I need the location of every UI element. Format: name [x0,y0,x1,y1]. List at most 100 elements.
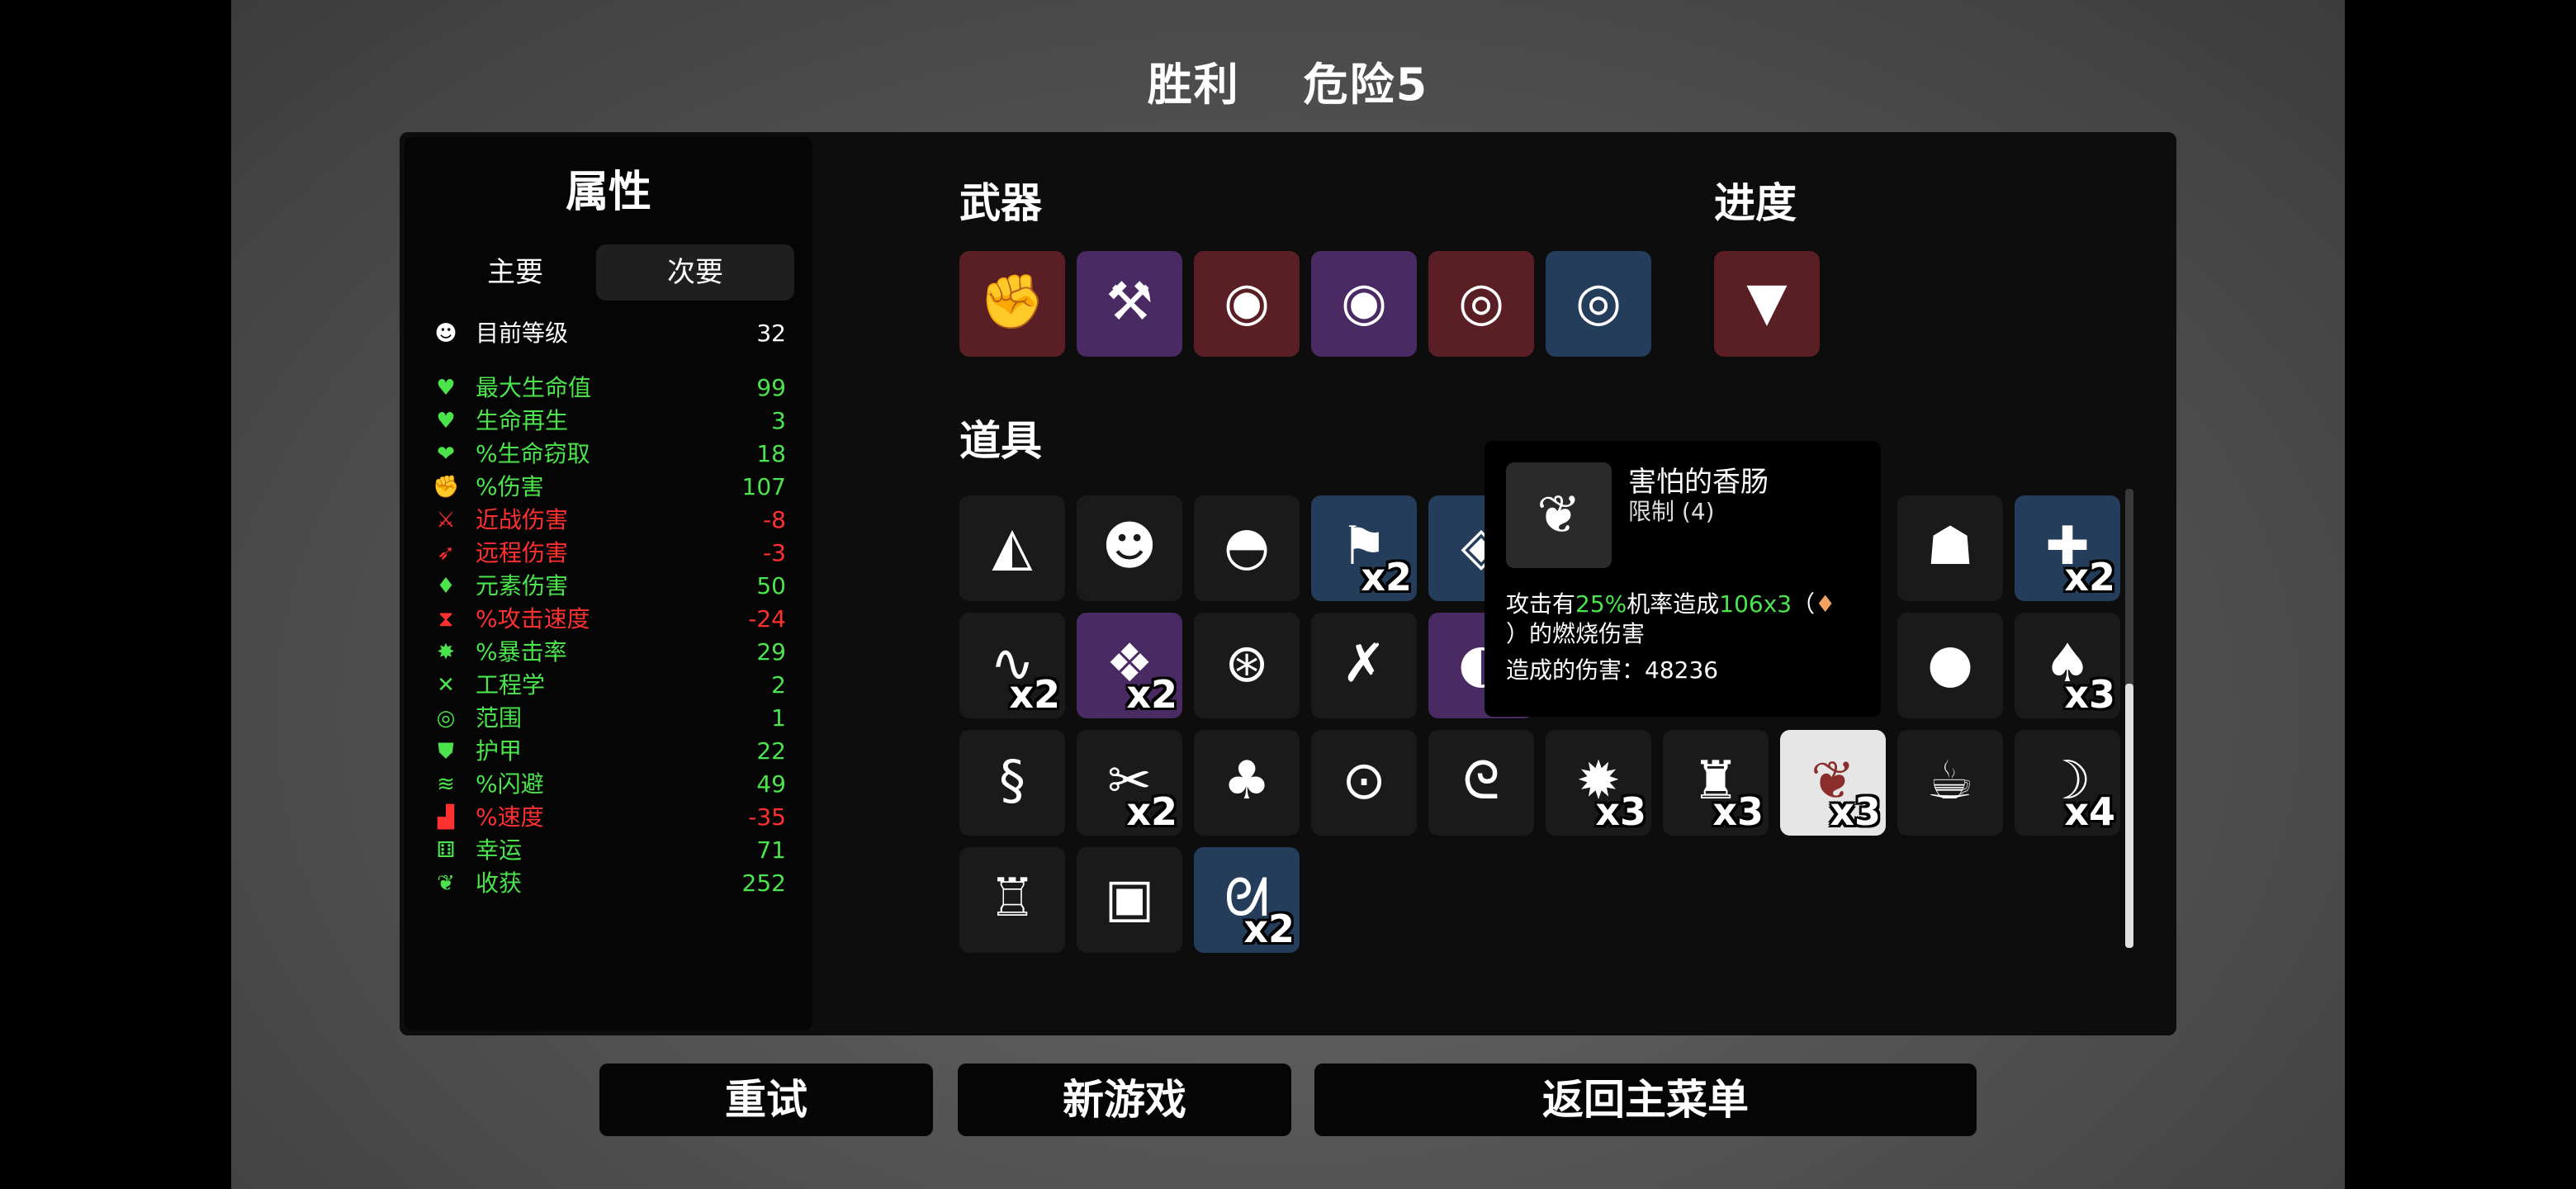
stat-value: -35 [748,803,786,831]
anvil-icon: ▼ [1746,272,1788,333]
stat-value: 2 [771,671,786,699]
item-slot[interactable]: ▣ [1077,847,1182,953]
stat-row: ⚅ 幸运 71 [433,834,786,867]
item-slot[interactable]: ● [1897,613,2003,718]
item-quantity: x4 [2064,789,2115,834]
monkey-icon: ☻ [1101,516,1158,577]
item-slot[interactable]: ✗ [1311,613,1417,718]
tab-secondary[interactable]: 次要 [596,244,794,301]
stat-label: 近战伤害 [476,506,569,533]
item-slot[interactable]: ᘓ [1428,730,1534,836]
stat-label: 范围 [476,704,523,732]
main-menu-button[interactable]: 返回主菜单 [1314,1063,1977,1136]
stat-value: 22 [756,737,786,765]
tooltip-damage-dealt: 造成的伤害：48236 [1506,656,1719,684]
stat-value: 3 [771,407,786,434]
scar-icon: ✗ [1342,633,1386,694]
range-icon: ◎ [436,706,456,731]
run-result-title: 胜利 危险5 [0,48,2576,113]
stat-row: ❤ %生命窃取 18 [433,438,786,471]
lifesteal-icon: ❤ [437,442,455,467]
weapons-title: 武器 [959,179,1042,227]
item-slot[interactable]: ❦ x3 [1780,730,1886,836]
item-slot[interactable]: ♣ [1194,730,1300,836]
item-slot[interactable]: ☗ [1897,495,2003,601]
desc-text: ）的燃烧伤害 [1506,620,1646,647]
stat-label: %生命窃取 [476,440,590,467]
stat-label: %闪避 [476,770,544,798]
wrench-icon: ✕ [437,673,455,698]
item-slot[interactable]: ⚒ [1077,251,1182,357]
dodge-icon: ≋ [437,772,455,797]
stat-row: ✕ 工程学 2 [433,669,786,702]
item-slot[interactable]: ⊙ [1311,730,1417,836]
items-scrollbar-thumb[interactable] [2125,684,2133,948]
desc-text: 机率造成 [1627,590,1720,618]
item-slot[interactable]: ▼ [1714,251,1820,357]
item-slot[interactable]: ☕ [1897,730,2003,836]
stat-value: 29 [756,638,786,666]
stat-row: ➶ 远程伤害 -3 [433,537,786,570]
stats-title: 属性 [565,168,651,217]
stat-row: ⚔ 近战伤害 -8 [433,504,786,537]
retry-button[interactable]: 重试 [599,1063,933,1136]
item-slot[interactable]: ☽ x4 [2015,730,2120,836]
stat-label: 幸运 [476,836,523,864]
item-slot[interactable]: ◭ [959,495,1065,601]
heart-regen-icon: ♥ [436,409,456,433]
item-slot[interactable]: § [959,730,1065,836]
item-slot[interactable]: ♜ x3 [1663,730,1769,836]
item-slot[interactable]: ◉ [1311,251,1417,357]
desc-multiplier: x3 [1763,590,1792,618]
stat-value: 18 [756,440,786,467]
item-slot[interactable]: ✚ x2 [2015,495,2120,601]
stat-value: -3 [763,539,786,566]
item-slot[interactable]: ♠ x3 [2015,613,2120,718]
item-slot[interactable]: ✊ [959,251,1065,357]
shield-icon: ⛊ [438,739,454,764]
item-slot[interactable]: ∿ x2 [959,613,1065,718]
stat-value: 107 [741,473,786,500]
item-slot[interactable]: ◎ [1546,251,1651,357]
tooltip-description: 攻击有25%机率造成106x3（♦ ）的燃烧伤害 [1506,590,1869,649]
progress-title: 进度 [1714,179,1797,227]
stat-row: ♥ 生命再生 3 [433,405,786,438]
dice-icon: ⚅ [436,838,456,863]
wisp-icon: ◉ [1224,272,1270,333]
desc-text: 攻击有 [1506,590,1576,618]
stat-value: 1 [771,704,786,732]
tooltip-item-limit: 限制 (4) [1628,498,1715,525]
item-slot[interactable]: ✂ x2 [1077,730,1182,836]
stat-value: 99 [756,374,786,401]
stat-row-level: ☻ 目前等级 32 [433,317,786,350]
flame-icon: ♦ [436,574,456,599]
level-icon: ☻ [434,321,457,346]
desc-text: （ [1792,590,1816,618]
tab-primary[interactable]: 主要 [416,244,614,301]
items-title: 道具 [959,417,1042,465]
stat-value: -8 [763,506,786,533]
item-slot[interactable]: ◉ [1194,251,1300,357]
danger-label: 危险5 [1303,59,1429,111]
item-slot[interactable]: ♖ [959,847,1065,953]
hourglass-icon: ⧗ [438,607,454,632]
new-game-button[interactable]: 新游戏 [958,1063,1291,1136]
stats-panel: 属性 主要 次要 ☻ 目前等级 32 ♥ 最大生命值 99 ♥ 生命再生 3 ❤ %生命窃取 1… [405,137,812,1030]
stat-label: 元素伤害 [476,572,569,599]
wisp-icon: ◉ [1341,272,1387,333]
item-quantity: x2 [1009,672,1060,717]
item-slot[interactable]: ᘛ x2 [1194,847,1300,953]
item-slot[interactable]: ⊛ [1194,613,1300,718]
stat-row: ❦ 收获 252 [433,867,786,900]
item-slot[interactable]: ⚑ x2 [1311,495,1417,601]
item-quantity: x2 [2064,555,2115,599]
item-slot[interactable]: ✹ x3 [1546,730,1651,836]
crit-icon: ✸ [437,640,455,665]
stat-row: ♥ 最大生命值 99 [433,372,786,405]
item-slot[interactable]: ◓ [1194,495,1300,601]
item-slot[interactable]: ◎ [1428,251,1534,357]
stat-label: 远程伤害 [476,539,569,566]
item-quantity: x2 [1126,672,1177,717]
item-slot[interactable]: ☻ [1077,495,1182,601]
item-slot[interactable]: ❖ x2 [1077,613,1182,718]
